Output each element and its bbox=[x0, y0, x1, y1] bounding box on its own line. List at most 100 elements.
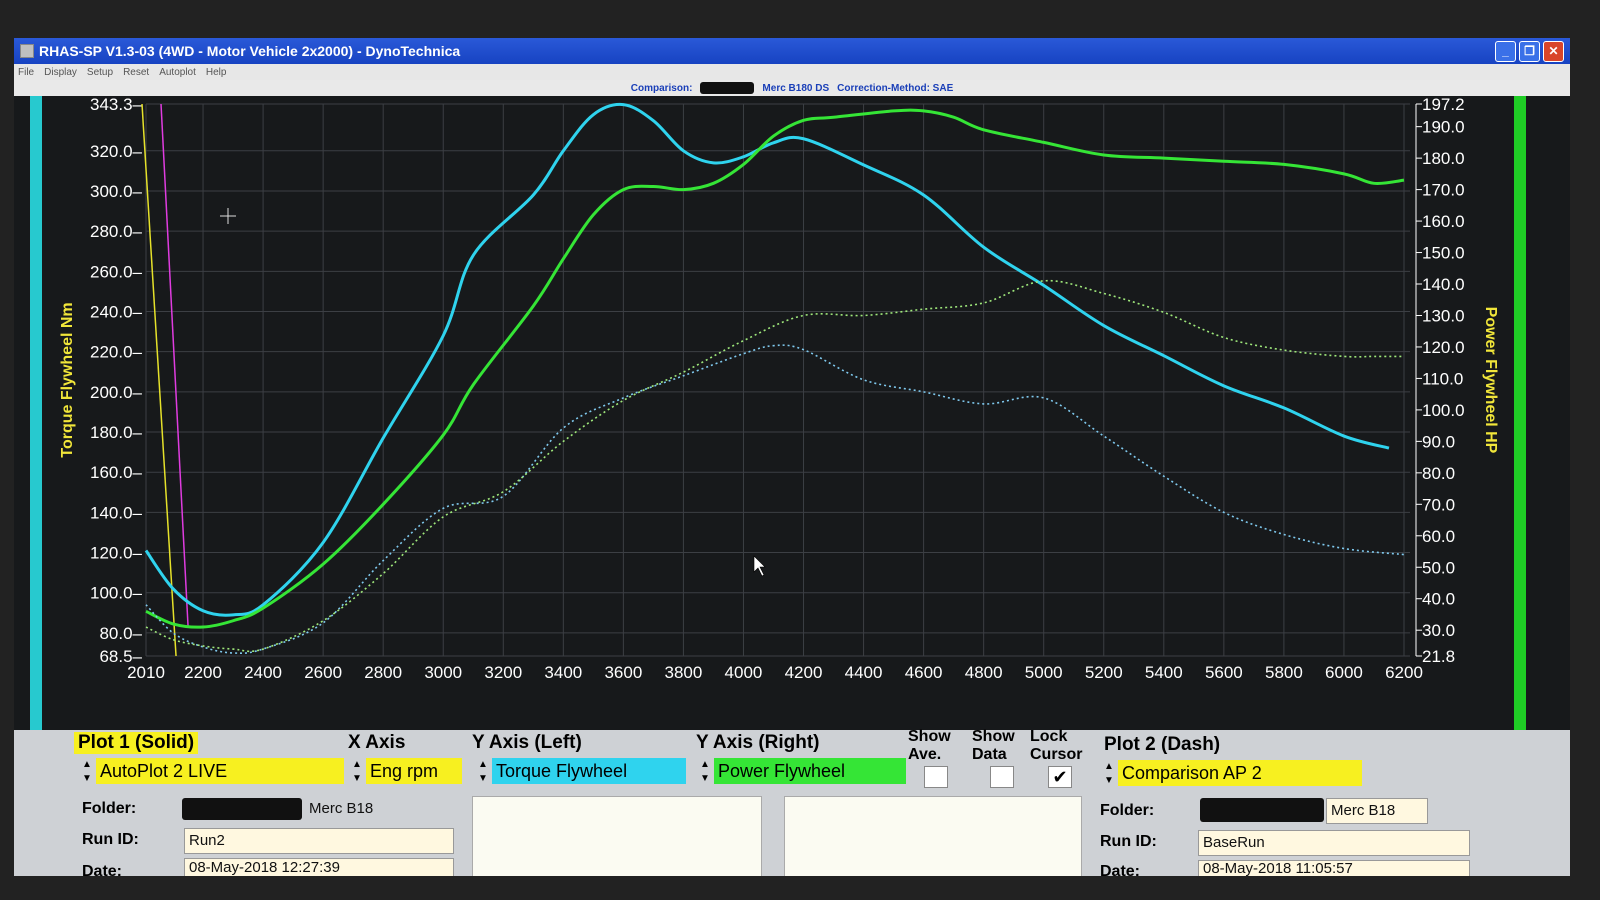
yleft-select[interactable]: Torque Flywheel bbox=[492, 758, 686, 784]
comparison-bar: Comparison: Merc B180 DS Correction-Meth… bbox=[14, 80, 1570, 96]
x-tick-label: 3800 bbox=[665, 663, 703, 682]
menu-autoplot[interactable]: Autoplot bbox=[159, 67, 196, 78]
redacted-block bbox=[182, 798, 302, 820]
show-data-checkbox[interactable] bbox=[990, 766, 1014, 788]
plot1-folder-field[interactable]: Merc B18 bbox=[304, 796, 400, 822]
yright-select[interactable]: Power Flywheel bbox=[714, 758, 906, 784]
series-line-4 bbox=[145, 279, 1404, 653]
y-right-tick-label: 180.0 bbox=[1422, 149, 1465, 168]
show-ave-checkbox[interactable] bbox=[924, 766, 948, 788]
plot2-runid-label: Run ID: bbox=[1100, 833, 1157, 850]
show-data-label: Show Data bbox=[972, 728, 1015, 763]
plot2-spinner[interactable]: ▲ ▼ bbox=[1102, 760, 1116, 788]
menu-setup[interactable]: Setup bbox=[87, 67, 113, 78]
plot1-runid-field[interactable]: Run2 bbox=[184, 828, 454, 854]
y-left-tick-label: 80.0– bbox=[99, 624, 142, 643]
y-right-tick-label: 197.2 bbox=[1422, 96, 1465, 114]
menu-help[interactable]: Help bbox=[206, 67, 227, 78]
plot2-folder-field[interactable]: Merc B18 bbox=[1326, 798, 1428, 824]
x-tick-label: 2600 bbox=[304, 663, 342, 682]
y-right-tick-label: 80.0 bbox=[1422, 464, 1455, 483]
y-left-tick-label: 160.0– bbox=[90, 463, 143, 482]
show-ave-label: Show Ave. bbox=[908, 728, 951, 763]
yright-heading: Y Axis (Right) bbox=[696, 732, 820, 753]
redacted-block bbox=[1200, 798, 1324, 822]
dyno-plot[interactable]: 2010 2200 2400 2600 2800 3000 3200 3400 3600 3800… bbox=[14, 96, 1570, 730]
x-tick-label: 4800 bbox=[965, 663, 1003, 682]
y-left-tick-label: 68.5– bbox=[99, 647, 142, 666]
info-box-left bbox=[472, 796, 762, 876]
y-right-tick-label: 21.8 bbox=[1422, 647, 1455, 666]
mouse-pointer-icon bbox=[753, 555, 766, 577]
x-tick-label: 4400 bbox=[845, 663, 883, 682]
menu-reset[interactable]: Reset bbox=[123, 67, 149, 78]
monitor-bezel: RHAS-SP V1.3-03 (4WD - Motor Vehicle 2x2… bbox=[0, 0, 1600, 900]
plot1-heading: Plot 1 (Solid) bbox=[74, 732, 199, 754]
cursor-line-yellow bbox=[141, 103, 177, 657]
x-tick-label: 6000 bbox=[1325, 663, 1363, 682]
y-left-tick-label: 343.3– bbox=[90, 96, 143, 114]
plot2-folder-label: Folder: bbox=[1100, 802, 1155, 819]
menu-display[interactable]: Display bbox=[44, 67, 77, 78]
y-left-tick-label: 300.0– bbox=[90, 182, 143, 201]
yright-spinner[interactable]: ▲ ▼ bbox=[698, 758, 712, 786]
plot2-date-field[interactable]: 08-May-2018 11:05:57 bbox=[1198, 860, 1470, 876]
x-tick-label: 4600 bbox=[905, 663, 943, 682]
y-right-tick-label: 160.0 bbox=[1422, 212, 1465, 231]
yleft-spinner[interactable]: ▲ ▼ bbox=[476, 758, 490, 786]
close-button[interactable]: ✕ bbox=[1543, 41, 1564, 62]
y-right-tick-label: 40.0 bbox=[1422, 590, 1455, 609]
x-tick-label: 3000 bbox=[424, 663, 462, 682]
app-window: RHAS-SP V1.3-03 (4WD - Motor Vehicle 2x2… bbox=[14, 38, 1570, 876]
plot1-spinner[interactable]: ▲ ▼ bbox=[80, 758, 94, 786]
y-left-axis-title: Torque Flywheel Nm bbox=[59, 302, 76, 457]
y-right-tick-label: 170.0 bbox=[1422, 181, 1465, 200]
plot1-source-select[interactable]: AutoPlot 2 LIVE bbox=[96, 758, 344, 784]
window-title: RHAS-SP V1.3-03 (4WD - Motor Vehicle 2x2… bbox=[39, 43, 461, 59]
menu-file[interactable]: File bbox=[18, 67, 34, 78]
x-tick-label: 2400 bbox=[244, 663, 282, 682]
y-left-tick-label: 180.0– bbox=[90, 423, 143, 442]
redacted-block bbox=[700, 82, 755, 94]
y-right-tick-label: 120.0 bbox=[1422, 338, 1465, 357]
x-tick-label: 5000 bbox=[1025, 663, 1063, 682]
plot1-folder-label: Folder: bbox=[82, 800, 137, 817]
x-tick-label: 6200 bbox=[1385, 663, 1423, 682]
x-tick-label: 2200 bbox=[184, 663, 222, 682]
plot2-source-select[interactable]: Comparison AP 2 bbox=[1118, 760, 1362, 786]
y-right-tick-label: 90.0 bbox=[1422, 432, 1455, 451]
x-tick-label: 4200 bbox=[785, 663, 823, 682]
xaxis-spinner[interactable]: ▲ ▼ bbox=[350, 758, 364, 786]
y-left-tick-label: 320.0– bbox=[90, 142, 143, 161]
x-tick-label: 5600 bbox=[1205, 663, 1243, 682]
plot2-heading: Plot 2 (Dash) bbox=[1104, 734, 1221, 755]
y-right-tick-label: 60.0 bbox=[1422, 527, 1455, 546]
y-right-tick-label: 150.0 bbox=[1422, 244, 1465, 263]
y-left-tick-label: 200.0– bbox=[90, 383, 143, 402]
plot2-date-label: Date: bbox=[1100, 863, 1141, 876]
y-left-tick-label: 140.0– bbox=[90, 503, 143, 522]
lock-cursor-label: Lock Cursor bbox=[1030, 728, 1083, 763]
minimize-button[interactable]: _ bbox=[1495, 41, 1516, 62]
y-right-tick-label: 50.0 bbox=[1422, 558, 1455, 577]
menu-bar: File Display Setup Reset Autoplot Help bbox=[14, 64, 1570, 80]
lock-cursor-checkbox[interactable]: ✔ bbox=[1048, 766, 1072, 788]
xaxis-select[interactable]: Eng rpm bbox=[366, 758, 462, 784]
control-panel: Plot 1 (Solid) ▲ ▼ AutoPlot 2 LIVE Folder… bbox=[14, 728, 1570, 876]
x-tick-label: 5400 bbox=[1145, 663, 1183, 682]
x-tick-label: 5800 bbox=[1265, 663, 1303, 682]
y-right-tick-label: 70.0 bbox=[1422, 495, 1455, 514]
title-bar[interactable]: RHAS-SP V1.3-03 (4WD - Motor Vehicle 2x2… bbox=[14, 38, 1570, 64]
dyno-chart-svg[interactable]: 2010 2200 2400 2600 2800 3000 3200 3400 3600 3800… bbox=[14, 96, 1570, 730]
x-tick-label: 3600 bbox=[604, 663, 642, 682]
x-tick-label: 3400 bbox=[544, 663, 582, 682]
series-line-2 bbox=[145, 108, 1405, 629]
plot1-date-field[interactable]: 08-May-2018 12:27:39 bbox=[184, 858, 454, 876]
maximize-button[interactable]: ❐ bbox=[1519, 41, 1540, 62]
series-line-3 bbox=[145, 344, 1405, 655]
y-right-tick-label: 140.0 bbox=[1422, 275, 1465, 294]
cursor-line-magenta bbox=[160, 103, 189, 627]
y-right-axis-title: Power Flywheel HP bbox=[1482, 307, 1499, 454]
plot2-runid-field[interactable]: BaseRun bbox=[1198, 830, 1470, 856]
y-right-tick-label: 30.0 bbox=[1422, 621, 1455, 640]
